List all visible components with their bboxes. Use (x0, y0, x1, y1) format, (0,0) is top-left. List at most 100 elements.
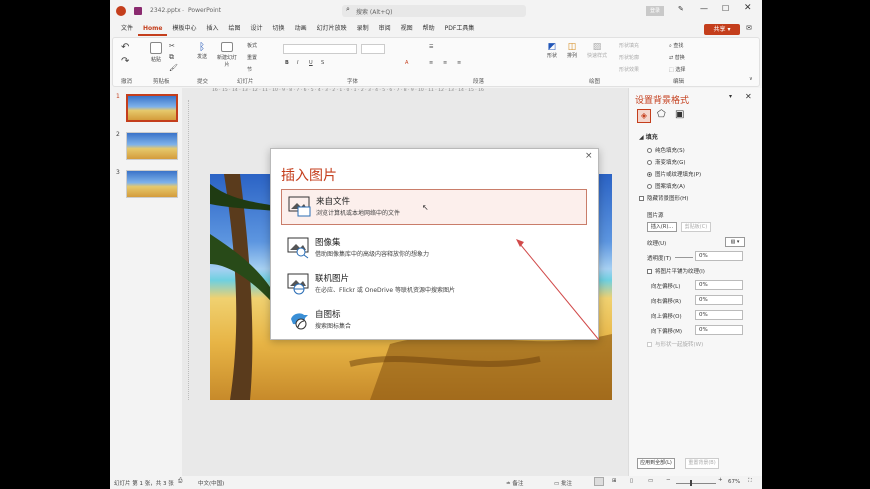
fill-option-gradient[interactable]: 渐变填充(G) (647, 158, 686, 166)
section-button[interactable]: 节 (247, 66, 252, 73)
zoom-level[interactable]: 67% (728, 479, 740, 485)
rotate-checkbox[interactable] (647, 341, 652, 347)
picture-category-icon[interactable]: ▣ (675, 109, 684, 120)
shape-fill-button[interactable]: 形状填充 (619, 42, 639, 49)
tab-template[interactable]: 模板中心 (167, 22, 201, 36)
zoom-in-icon[interactable]: + (718, 477, 723, 483)
option-online-pictures[interactable]: 联机图片 在必应、Flickr 或 OneDrive 等联机资源中搜索图片 (281, 267, 587, 303)
accessibility-icon[interactable]: ⎙ (178, 478, 182, 485)
option-icons[interactable]: 自图标 搜索图标集合 (281, 303, 587, 339)
apply-all-button[interactable]: 应用到全部(L) (637, 458, 675, 469)
reading-view-icon[interactable]: ▯ (630, 478, 633, 484)
shape-outline-button[interactable]: 形状轮廓 (619, 54, 639, 61)
language-status[interactable]: 中文(中国) (198, 479, 224, 487)
new-slide-button[interactable]: 新建幻灯片 (217, 42, 237, 68)
tab-file[interactable]: 文件 (116, 22, 138, 36)
fill-option-pattern[interactable]: 图案填充(A) (647, 182, 685, 190)
undo-icon[interactable]: ↶ (121, 42, 129, 53)
tab-home[interactable]: Home (138, 22, 168, 36)
radio-solid[interactable] (647, 147, 652, 153)
find-button[interactable]: ⌕ 查找 (669, 42, 683, 49)
comments-button[interactable]: ▭ 批注 (554, 479, 572, 487)
save-icon[interactable] (134, 7, 142, 15)
offset-right-input[interactable]: 0% (695, 295, 743, 305)
strike-icon[interactable]: S (321, 60, 324, 66)
fill-category-icon[interactable]: ◈ (637, 109, 651, 123)
tile-option[interactable]: 将图片平铺为纹理(I) (647, 267, 705, 275)
slide-thumbnail-1[interactable] (126, 94, 178, 122)
tab-view[interactable]: 视图 (396, 22, 418, 36)
slideshow-view-icon[interactable]: ▭ (648, 478, 653, 484)
fit-slide-icon[interactable]: ⛶ (748, 478, 752, 485)
effects-category-icon[interactable]: ⬠ (657, 109, 666, 120)
arrange-button[interactable]: ◫ 排列 (565, 42, 579, 59)
reset-background-button[interactable]: 重置背景(B) (685, 458, 719, 469)
send-button[interactable]: ᛒ 发送 (195, 42, 209, 60)
tab-slideshow[interactable]: 幻灯片放映 (312, 22, 352, 36)
fill-option-picture[interactable]: 图片或纹理填充(P) (647, 170, 701, 178)
redo-icon[interactable]: ↷ (121, 56, 129, 67)
radio-picture[interactable] (647, 171, 652, 177)
fill-section-header[interactable]: ◢ 填充 (639, 132, 658, 141)
zoom-slider[interactable] (676, 483, 716, 484)
align-left-icon[interactable]: ≡ (429, 60, 433, 66)
tab-design[interactable]: 设计 (246, 22, 268, 36)
font-color-icon[interactable]: A (405, 60, 408, 66)
pane-close-icon[interactable]: ✕ (745, 92, 752, 101)
hide-bg-checkbox[interactable] (639, 195, 644, 201)
option-from-file[interactable]: 来自文件 浏览计算机或本地网络中的文件 (281, 189, 587, 225)
minimize-icon[interactable]: — (700, 4, 708, 13)
radio-pattern[interactable] (647, 183, 652, 189)
hide-background-option[interactable]: 隐藏背景图形(H) (639, 194, 688, 202)
zoom-out-icon[interactable]: − (666, 477, 671, 483)
fill-option-solid[interactable]: 纯色填充(S) (647, 146, 685, 154)
tab-review[interactable]: 审阅 (374, 22, 396, 36)
insert-picture-button[interactable]: 插入(R)... (647, 222, 677, 232)
cut-icon[interactable]: ✂ (169, 42, 175, 50)
select-button[interactable]: ⬚ 选择 (669, 66, 685, 73)
comment-icon[interactable]: ✉ (746, 24, 752, 32)
texture-picker[interactable]: ▧ ▾ (725, 237, 745, 247)
tab-pdf[interactable]: PDF工具集 (440, 22, 480, 36)
notes-button[interactable]: ≐ 备注 (506, 479, 523, 487)
tab-animations[interactable]: 动画 (290, 22, 312, 36)
font-name-select[interactable] (283, 44, 357, 54)
tab-draw[interactable]: 绘图 (224, 22, 246, 36)
share-button[interactable]: 共享 ▾ (704, 24, 740, 35)
collapse-ribbon-icon[interactable]: ∨ (749, 76, 753, 82)
align-center-icon[interactable]: ≡ (443, 60, 447, 66)
close-icon[interactable]: ✕ (744, 3, 752, 13)
underline-icon[interactable]: U (309, 60, 313, 66)
rotate-with-shape-option[interactable]: 与形状一起旋转(W) (647, 340, 703, 348)
login-button[interactable]: 登录 (646, 6, 664, 16)
tab-help[interactable]: 帮助 (418, 22, 440, 36)
align-right-icon[interactable]: ≡ (457, 60, 461, 66)
reset-button[interactable]: 重置 (247, 54, 257, 61)
tab-transitions[interactable]: 切换 (268, 22, 290, 36)
slide-thumbnail-2[interactable] (126, 132, 178, 160)
paste-button[interactable]: 粘贴 (147, 42, 165, 63)
italic-icon[interactable]: I (297, 60, 298, 66)
transparency-slider[interactable] (675, 257, 693, 258)
pane-options-icon[interactable]: ▾ (729, 93, 732, 100)
slide-thumbnail-3[interactable] (126, 170, 178, 198)
sorter-view-icon[interactable]: ⊞ (612, 478, 617, 484)
offset-left-input[interactable]: 0% (695, 280, 743, 290)
font-size-select[interactable] (361, 44, 385, 54)
tile-checkbox[interactable] (647, 268, 652, 274)
layout-button[interactable]: 板式 (247, 42, 257, 49)
radio-gradient[interactable] (647, 159, 652, 165)
option-image-set[interactable]: 图像集 借助图像集库中的高级内容释放你的想象力 (281, 231, 587, 267)
shape-button[interactable]: ◩ 形状 (545, 42, 559, 59)
format-painter-icon[interactable]: 🖌 (169, 64, 178, 72)
pen-icon[interactable]: ✎ (678, 5, 684, 13)
normal-view-icon[interactable] (594, 477, 604, 486)
offset-top-input[interactable]: 0% (695, 310, 743, 320)
search-box[interactable]: ⌕ 搜索 (Alt+Q) (342, 5, 526, 17)
tab-record[interactable]: 录制 (352, 22, 374, 36)
dialog-close-icon[interactable]: × (585, 151, 593, 161)
replace-button[interactable]: ⇄ 替换 (669, 54, 685, 61)
clipboard-button[interactable]: 剪贴板(C) (681, 222, 711, 232)
shape-effect-button[interactable]: 形状效果 (619, 66, 639, 73)
bold-icon[interactable]: B (285, 60, 289, 66)
